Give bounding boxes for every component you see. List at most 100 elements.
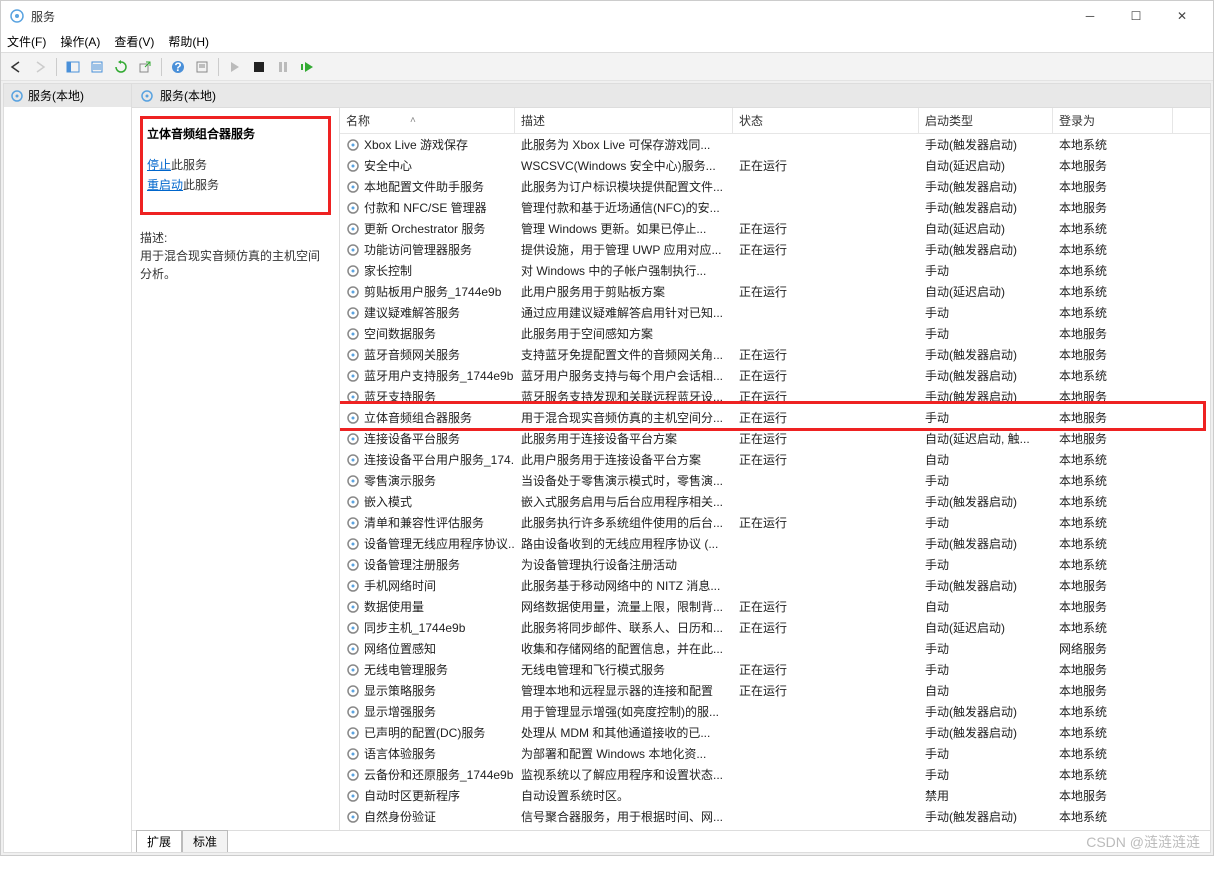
- service-start: 手动(触发器启动): [919, 388, 1053, 405]
- service-name: 付款和 NFC/SE 管理器: [364, 199, 487, 216]
- service-desc: 用于混合现实音频仿真的主机空间分...: [515, 409, 733, 426]
- pause-service-button[interactable]: [272, 56, 294, 78]
- refresh-button[interactable]: [110, 56, 132, 78]
- service-row[interactable]: 嵌入模式嵌入式服务启用与后台应用程序相关...手动(触发器启动)本地系统: [340, 491, 1210, 512]
- service-row[interactable]: 数据使用量网络数据使用量，流量上限，限制背...正在运行自动本地服务: [340, 596, 1210, 617]
- close-button[interactable]: ✕: [1159, 1, 1205, 31]
- service-row[interactable]: 手机网络时间此服务基于移动网络中的 NITZ 消息...手动(触发器启动)本地服…: [340, 575, 1210, 596]
- help-button[interactable]: ?: [167, 56, 189, 78]
- menu-action[interactable]: 操作(A): [60, 33, 100, 50]
- menu-file[interactable]: 文件(F): [7, 33, 46, 50]
- service-row[interactable]: 同步主机_1744e9b此服务将同步邮件、联系人、日历和...正在运行自动(延迟…: [340, 617, 1210, 638]
- service-start: 手动: [919, 304, 1053, 321]
- menu-view[interactable]: 查看(V): [114, 33, 154, 50]
- service-logon: 本地系统: [1053, 262, 1173, 279]
- service-start: 手动: [919, 325, 1053, 342]
- service-logon: 本地服务: [1053, 199, 1173, 216]
- gear-icon: [346, 726, 360, 740]
- service-desc: 支持蓝牙免提配置文件的音频网关角...: [515, 346, 733, 363]
- minimize-button[interactable]: ─: [1067, 1, 1113, 31]
- service-row[interactable]: 零售演示服务当设备处于零售演示模式时，零售演...手动本地系统: [340, 470, 1210, 491]
- service-row[interactable]: 蓝牙用户支持服务_1744e9b蓝牙用户服务支持与每个用户会话相...正在运行手…: [340, 365, 1210, 386]
- service-row[interactable]: 清单和兼容性评估服务此服务执行许多系统组件使用的后台...正在运行手动本地系统: [340, 512, 1210, 533]
- service-row[interactable]: 语言体验服务为部署和配置 Windows 本地化资...手动本地系统: [340, 743, 1210, 764]
- service-row[interactable]: 网络位置感知收集和存储网络的配置信息，并在此...手动网络服务: [340, 638, 1210, 659]
- menu-help[interactable]: 帮助(H): [168, 33, 209, 50]
- col-header-logon[interactable]: 登录为: [1053, 108, 1173, 133]
- service-row[interactable]: 设备管理注册服务为设备管理执行设备注册活动手动本地系统: [340, 554, 1210, 575]
- service-row[interactable]: 更新 Orchestrator 服务管理 Windows 更新。如果已停止...…: [340, 218, 1210, 239]
- service-logon: 本地服务: [1053, 346, 1173, 363]
- service-row[interactable]: 蓝牙支持服务蓝牙服务支持发现和关联远程蓝牙设...正在运行手动(触发器启动)本地…: [340, 386, 1210, 407]
- service-row[interactable]: 显示增强服务用于管理显示增强(如亮度控制)的服...手动(触发器启动)本地系统: [340, 701, 1210, 722]
- service-row[interactable]: 安全中心WSCSVC(Windows 安全中心)服务...正在运行自动(延迟启动…: [340, 155, 1210, 176]
- gear-icon: [346, 138, 360, 152]
- col-header-start[interactable]: 启动类型: [919, 108, 1053, 133]
- maximize-button[interactable]: ☐: [1113, 1, 1159, 31]
- service-row[interactable]: 建议疑难解答服务通过应用建议疑难解答启用针对已知...手动本地系统: [340, 302, 1210, 323]
- start-service-button[interactable]: [224, 56, 246, 78]
- properties-button[interactable]: [86, 56, 108, 78]
- col-header-status[interactable]: 状态: [733, 108, 919, 133]
- gear-icon: [346, 264, 360, 278]
- service-row[interactable]: 设备管理无线应用程序协议...路由设备收到的无线应用程序协议 (...手动(触发…: [340, 533, 1210, 554]
- service-name: 家长控制: [364, 262, 412, 279]
- service-name: 本地配置文件助手服务: [364, 178, 484, 195]
- service-row[interactable]: 无线电管理服务无线电管理和飞行模式服务正在运行手动本地服务: [340, 659, 1210, 680]
- service-row[interactable]: 连接设备平台服务此服务用于连接设备平台方案正在运行自动(延迟启动, 触...本地…: [340, 428, 1210, 449]
- service-start: 自动(延迟启动): [919, 619, 1053, 636]
- gear-icon: [10, 89, 24, 103]
- service-row[interactable]: 立体音频组合器服务用于混合现实音频仿真的主机空间分...正在运行手动本地服务: [340, 407, 1210, 428]
- back-button[interactable]: [5, 56, 27, 78]
- service-row[interactable]: 已声明的配置(DC)服务处理从 MDM 和其他通道接收的已...手动(触发器启动…: [340, 722, 1210, 743]
- service-row[interactable]: 蓝牙音频网关服务支持蓝牙免提配置文件的音频网关角...正在运行手动(触发器启动)…: [340, 344, 1210, 365]
- service-logon: 本地服务: [1053, 157, 1173, 174]
- service-desc: 管理 Windows 更新。如果已停止...: [515, 220, 733, 237]
- tree-root-services-local[interactable]: 服务(本地): [4, 84, 131, 107]
- show-hide-tree-button[interactable]: [62, 56, 84, 78]
- service-row[interactable]: 显示策略服务管理本地和远程显示器的连接和配置正在运行自动本地服务: [340, 680, 1210, 701]
- service-row[interactable]: 云备份和还原服务_1744e9b监视系统以了解应用程序和设置状态...手动本地系…: [340, 764, 1210, 785]
- service-logon: 本地服务: [1053, 430, 1173, 447]
- service-row[interactable]: 付款和 NFC/SE 管理器管理付款和基于近场通信(NFC)的安...手动(触发…: [340, 197, 1210, 218]
- gear-icon: [346, 684, 360, 698]
- selected-service-name: 立体音频组合器服务: [147, 125, 324, 142]
- service-row[interactable]: 功能访问管理器服务提供设施，用于管理 UWP 应用对应...正在运行手动(触发器…: [340, 239, 1210, 260]
- service-row[interactable]: 本地配置文件助手服务此服务为订户标识模块提供配置文件...手动(触发器启动)本地…: [340, 176, 1210, 197]
- service-row[interactable]: 自然身份验证信号聚合器服务，用于根据时间、网...手动(触发器启动)本地系统: [340, 806, 1210, 827]
- service-row[interactable]: 连接设备平台用户服务_174...此用户服务用于连接设备平台方案正在运行自动本地…: [340, 449, 1210, 470]
- service-row[interactable]: 剪贴板用户服务_1744e9b此用户服务用于剪贴板方案正在运行自动(延迟启动)本…: [340, 281, 1210, 302]
- tab-standard[interactable]: 标准: [182, 830, 228, 852]
- service-logon: 本地服务: [1053, 409, 1173, 426]
- gear-icon: [346, 306, 360, 320]
- restart-service-button[interactable]: [296, 56, 318, 78]
- gear-icon: [346, 768, 360, 782]
- service-row[interactable]: 家长控制对 Windows 中的子帐户强制执行...手动本地系统: [340, 260, 1210, 281]
- service-desc: WSCSVC(Windows 安全中心)服务...: [515, 157, 733, 174]
- restart-link[interactable]: 重启动: [147, 178, 183, 192]
- service-logon: 本地系统: [1053, 745, 1173, 762]
- stop-service-button[interactable]: [248, 56, 270, 78]
- service-row[interactable]: Xbox Live 游戏保存此服务为 Xbox Live 可保存游戏同...手动…: [340, 134, 1210, 155]
- export-button[interactable]: [134, 56, 156, 78]
- service-name: 语言体验服务: [364, 745, 436, 762]
- service-logon: 本地系统: [1053, 535, 1173, 552]
- service-list[interactable]: 名称˄ 描述 状态 启动类型 登录为 Xbox Live 游戏保存此服务为 Xb…: [340, 108, 1210, 830]
- props-button[interactable]: [191, 56, 213, 78]
- service-row[interactable]: 空间数据服务此服务用于空间感知方案手动本地服务: [340, 323, 1210, 344]
- stop-link[interactable]: 停止: [147, 158, 171, 172]
- col-header-desc[interactable]: 描述: [515, 108, 733, 133]
- tab-extended[interactable]: 扩展: [136, 830, 182, 852]
- gear-icon: [346, 222, 360, 236]
- sort-asc-icon: ˄: [410, 115, 416, 126]
- service-row[interactable]: 自动时区更新程序自动设置系统时区。禁用本地服务: [340, 785, 1210, 806]
- title-bar[interactable]: 服务 ─ ☐ ✕: [1, 1, 1213, 31]
- service-logon: 本地系统: [1053, 514, 1173, 531]
- forward-button[interactable]: [29, 56, 51, 78]
- col-header-name[interactable]: 名称˄: [340, 108, 515, 133]
- restart-icon: [301, 62, 313, 72]
- service-logon: 本地系统: [1053, 136, 1173, 153]
- service-desc: 蓝牙服务支持发现和关联远程蓝牙设...: [515, 388, 733, 405]
- service-logon: 本地服务: [1053, 682, 1173, 699]
- gear-icon: [346, 621, 360, 635]
